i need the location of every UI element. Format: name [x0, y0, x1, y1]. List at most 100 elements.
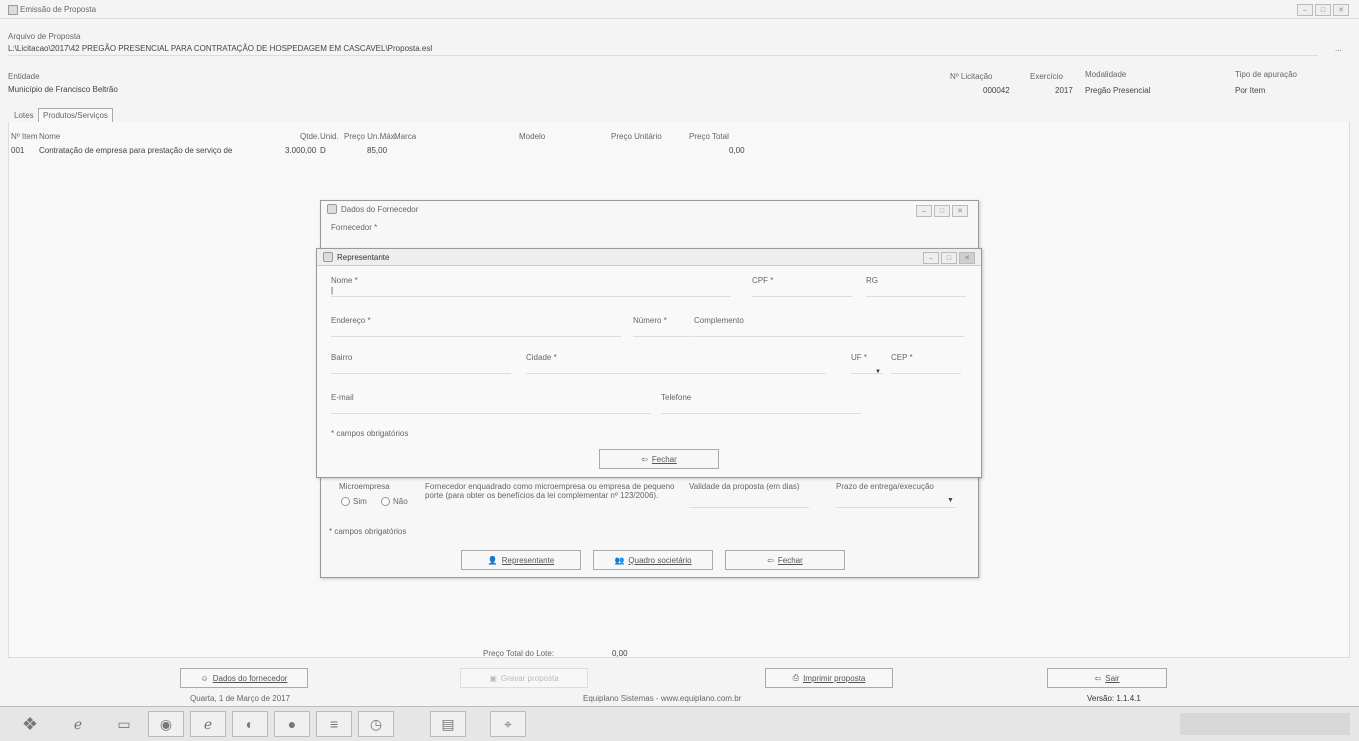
maximize-button[interactable]: □: [941, 252, 957, 264]
tab-lotes[interactable]: Lotes: [14, 111, 34, 120]
numero-field[interactable]: [633, 326, 693, 337]
cell-item: 001: [11, 146, 25, 155]
col-preco-total: Preço Total: [689, 132, 729, 141]
representante-dialog: Representante – □ ✕ Nome * | CPF * RG En…: [316, 248, 982, 478]
col-qtde: Qtde.: [300, 132, 320, 141]
close-button[interactable]: ✕: [1333, 4, 1349, 16]
microempresa-text: Fornecedor enquadrado como microempresa …: [425, 482, 675, 500]
cidade-field[interactable]: [526, 363, 826, 374]
nome-field[interactable]: |: [331, 286, 731, 297]
system-tray[interactable]: [1180, 713, 1350, 735]
bairro-label: Bairro: [331, 353, 353, 362]
minimize-button[interactable]: –: [1297, 4, 1313, 16]
exit-icon: ⇦: [1094, 673, 1102, 683]
taskbar: ❖ ℯ ▭ ◉ ℯ ◐ ● ≡ ◷ ▤ ⌖: [0, 706, 1359, 741]
col-marca: Marca: [394, 132, 417, 141]
radio-nao[interactable]: [381, 497, 390, 506]
image-icon[interactable]: ◷: [358, 711, 394, 737]
maximize-button[interactable]: □: [1315, 4, 1331, 16]
telefone-field[interactable]: [661, 403, 861, 414]
explorer-icon[interactable]: ℯ: [190, 711, 226, 737]
exercicio-value: 2017: [1055, 86, 1073, 95]
licitacao-number-label: Nº Licitação: [950, 72, 993, 81]
preco-total-label: Preço Total do Lote:: [483, 649, 555, 658]
dados-fornecedor-label: Dados do fornecedor: [212, 673, 288, 683]
telefone-label: Telefone: [661, 393, 692, 402]
close-button[interactable]: ✕: [952, 205, 968, 217]
prazo-label: Prazo de entrega/execução: [836, 482, 934, 491]
representante-controls[interactable]: – □ ✕: [923, 252, 975, 264]
minimize-button[interactable]: –: [916, 205, 932, 217]
quadro-societario-button[interactable]: 👥 Quadro societário: [593, 550, 713, 570]
validade-field[interactable]: [689, 497, 809, 508]
status-version: Versão: 1.1.4.1: [1087, 694, 1141, 703]
complemento-label: Complemento: [694, 316, 744, 325]
complemento-field[interactable]: [694, 326, 964, 337]
dialog-icon: [327, 204, 337, 214]
chevron-down-icon[interactable]: ▼: [875, 369, 881, 375]
email-field[interactable]: [331, 403, 651, 414]
representante-required-note: * campos obrigatórios: [331, 429, 409, 438]
dados-fornecedor-button[interactable]: ☺ Dados do fornecedor: [180, 668, 308, 688]
col-unid: Unid.: [320, 132, 339, 141]
cpf-field[interactable]: [752, 286, 852, 297]
app-icon[interactable]: ●: [274, 711, 310, 737]
chevron-down-icon[interactable]: ▼: [947, 497, 954, 504]
entity-label: Entidade: [8, 72, 40, 81]
clock-icon[interactable]: ≡: [316, 711, 352, 737]
imprimir-proposta-button[interactable]: ⎙ Imprimir proposta: [765, 668, 893, 688]
fornecedor-controls[interactable]: – □ ✕: [916, 205, 968, 217]
fornecedor-title: Dados do Fornecedor: [341, 204, 419, 214]
prazo-field[interactable]: [836, 497, 956, 508]
maximize-button[interactable]: □: [934, 205, 950, 217]
fornecedor-titlebar: Dados do Fornecedor: [321, 201, 978, 217]
printer-icon: ⎙: [792, 673, 800, 682]
imprimir-proposta-label: Imprimir proposta: [803, 673, 866, 683]
cpf-label: CPF *: [752, 276, 774, 285]
fornecedor-required-note: * campos obrigatórios: [329, 527, 407, 536]
close-button[interactable]: ✕: [959, 252, 975, 264]
col-item: Nº Item: [11, 132, 38, 141]
modalidade-value: Pregão Presencial: [1085, 86, 1151, 95]
microempresa-sim[interactable]: Sim: [341, 497, 367, 506]
radio-sim[interactable]: [341, 497, 350, 506]
representante-button[interactable]: 👤 Representante: [461, 550, 581, 570]
cep-field[interactable]: [891, 363, 961, 374]
endereco-label: Endereço *: [331, 316, 371, 325]
gravar-proposta-button: ▣ Gravar proposta: [460, 668, 588, 688]
tag-icon[interactable]: ⌖: [490, 711, 526, 737]
ie-icon[interactable]: ℯ: [60, 711, 96, 737]
cell-nome: Contratação de empresa para prestação de…: [39, 146, 233, 155]
minimize-button[interactable]: –: [923, 252, 939, 264]
tab-produtos[interactable]: Produtos/Serviços: [38, 108, 113, 123]
gravar-proposta-label: Gravar proposta: [500, 673, 559, 683]
sair-button[interactable]: ⇦ Sair: [1047, 668, 1167, 688]
rg-field[interactable]: [866, 286, 966, 297]
cep-label: CEP *: [891, 353, 913, 362]
modalidade-label: Modalidade: [1085, 70, 1127, 79]
fechar-button-label: Fechar: [777, 555, 803, 565]
cell-preco-max: 85,00: [367, 146, 388, 155]
microempresa-nao[interactable]: Não: [381, 497, 408, 506]
fornecedor-fechar-button[interactable]: ⇦ Fechar: [725, 550, 845, 570]
firefox-icon[interactable]: ◐: [232, 711, 268, 737]
folder-icon[interactable]: ▭: [106, 711, 142, 737]
start-icon[interactable]: ❖: [12, 711, 48, 737]
entity-value: Município de Francisco Beltrão: [8, 85, 118, 94]
nao-label: Não: [393, 497, 408, 506]
apuracao-value: Por Item: [1235, 86, 1266, 95]
bairro-field[interactable]: [331, 363, 511, 374]
sair-label: Sair: [1105, 673, 1120, 683]
java-icon[interactable]: ▤: [430, 711, 466, 737]
group-icon: 👥: [614, 555, 625, 565]
browse-button[interactable]: ...: [1335, 44, 1342, 53]
table-row[interactable]: 001 Contratação de empresa para prestaçã…: [9, 144, 749, 156]
cell-preco-total: 0,00: [729, 146, 745, 155]
exercicio-label: Exercício: [1030, 72, 1063, 81]
representante-fechar-button[interactable]: ⇦ Fechar: [599, 449, 719, 469]
window-controls[interactable]: – □ ✕: [1297, 4, 1349, 16]
endereco-field[interactable]: [331, 326, 621, 337]
file-path-field[interactable]: L:\Licitacao\2017\42 PREGÃO PRESENCIAL P…: [8, 44, 1318, 56]
cell-unid: D: [320, 146, 326, 155]
chrome-icon[interactable]: ◉: [148, 711, 184, 737]
